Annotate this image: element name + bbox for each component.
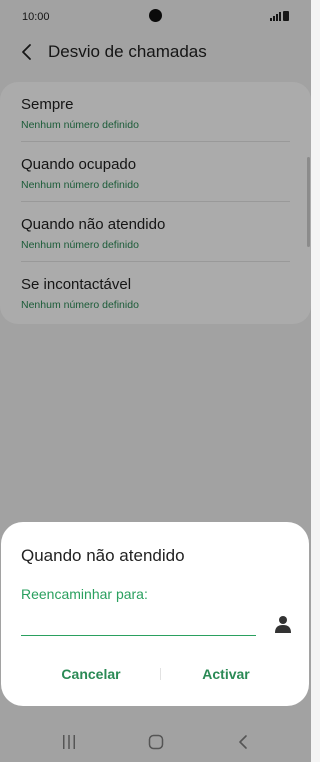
forward-dialog: Quando não atendido Reencaminhar para: C… [1, 522, 309, 706]
forward-to-label: Reencaminhar para: [21, 586, 148, 602]
person-icon[interactable] [275, 615, 291, 633]
cancel-button[interactable]: Cancelar [21, 662, 161, 686]
back-icon[interactable] [236, 734, 252, 750]
recents-icon[interactable] [61, 734, 77, 750]
activate-button[interactable]: Activar [156, 662, 296, 686]
screen: 10:00 Desvio de chamadas Sempre Nenhum n… [0, 0, 311, 762]
forward-number-input[interactable] [21, 612, 256, 636]
dialog-title: Quando não atendido [21, 546, 185, 565]
home-icon[interactable] [148, 734, 164, 750]
navigation-bar [0, 722, 311, 762]
